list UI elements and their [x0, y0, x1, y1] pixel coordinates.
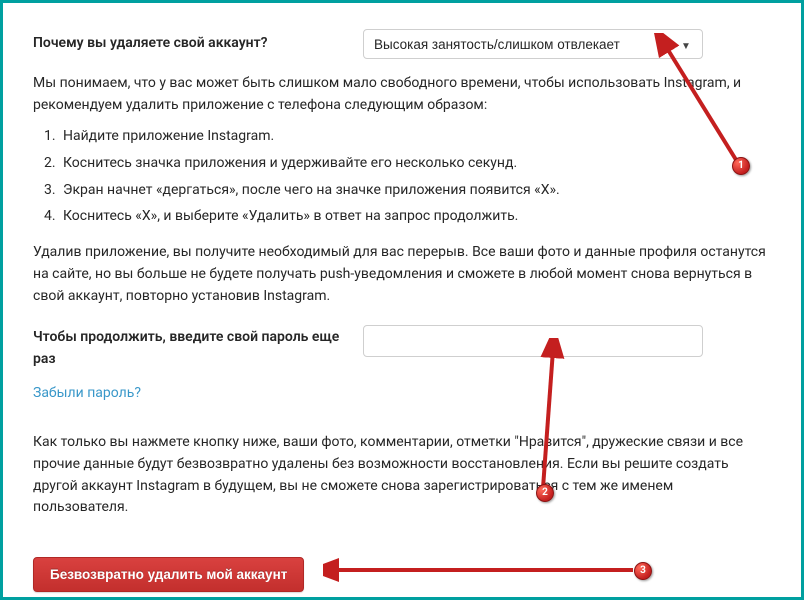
step-item: Найдите приложение Instagram. [59, 126, 771, 148]
password-input[interactable] [363, 325, 703, 357]
step-item: Коснитесь «X», и выберите «Удалить» в от… [59, 206, 771, 228]
password-label: Чтобы продолжить, введите свой пароль ещ… [33, 325, 363, 370]
warning-paragraph: Как только вы нажмете кнопку ниже, ваши … [33, 432, 771, 519]
uninstall-steps-list: Найдите приложение Instagram. Коснитесь … [51, 126, 771, 228]
after-steps-paragraph: Удалив приложение, вы получите необходим… [33, 242, 771, 307]
annotation-arrow-3-icon [323, 558, 653, 582]
reason-select-wrap: Высокая занятость/слишком отвлекает ▼ [363, 29, 771, 59]
delete-account-form: Почему вы удаляете свой аккаунт? Высокая… [0, 0, 804, 600]
delete-account-button[interactable]: Безвозвратно удалить мой аккаунт [33, 557, 304, 592]
step-item: Коснитесь значка приложения и удерживайт… [59, 153, 771, 175]
annotation-badge-3: 3 [634, 562, 652, 580]
forgot-password-link[interactable]: Забыли пароль? [33, 383, 141, 405]
step-item: Экран начнет «дергаться», после чего на … [59, 180, 771, 202]
reason-select[interactable]: Высокая занятость/слишком отвлекает [363, 29, 703, 59]
intro-paragraph: Мы понимаем, что у вас может быть слишко… [33, 73, 771, 116]
reason-question-label: Почему вы удаляете свой аккаунт? [33, 29, 363, 55]
